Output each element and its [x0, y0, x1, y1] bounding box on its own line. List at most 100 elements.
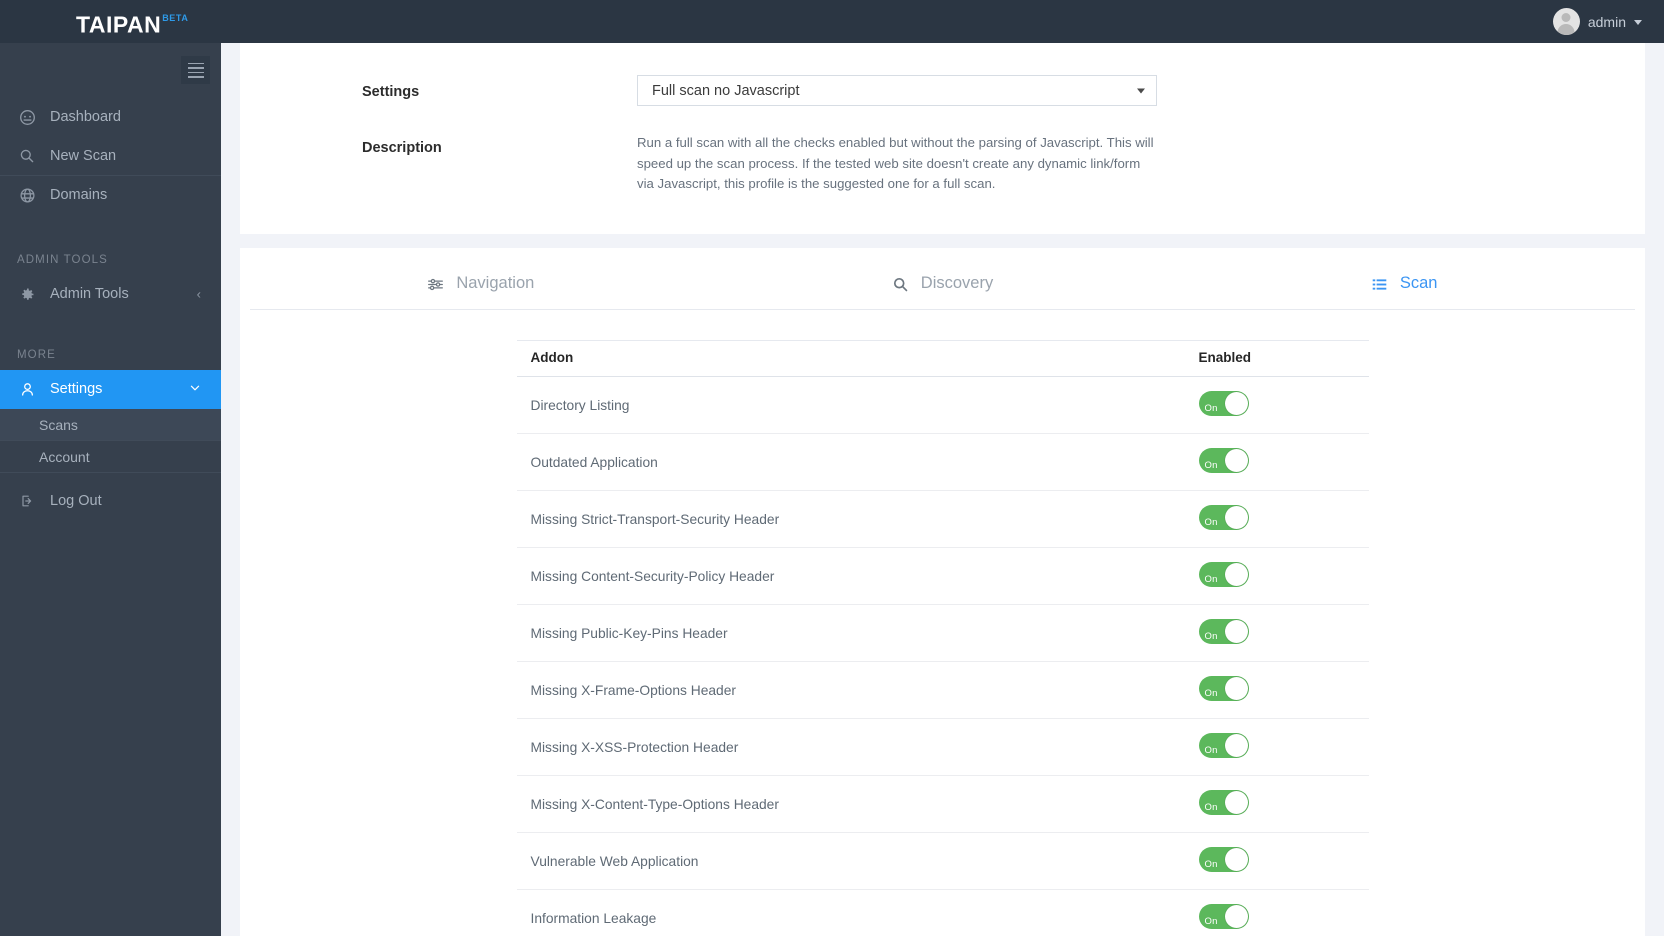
- enabled-toggle[interactable]: On: [1198, 733, 1249, 758]
- table-row: Missing Strict-Transport-Security Header…: [516, 490, 1369, 548]
- addon-enabled-cell: On: [1188, 832, 1369, 890]
- sidebar-subitem-scans[interactable]: Scans: [0, 409, 221, 441]
- addon-name: Information Leakage: [516, 889, 1189, 936]
- sidebar-item-label: Settings: [50, 381, 103, 397]
- enabled-toggle[interactable]: On: [1198, 619, 1249, 644]
- table-header-row: Addon Enabled: [516, 340, 1369, 377]
- user-menu[interactable]: admin: [1552, 0, 1642, 43]
- settings-label: Settings: [362, 84, 420, 100]
- toggle-knob: [1224, 449, 1248, 472]
- sidebar-item-label: Log Out: [50, 493, 102, 509]
- addons-table-wrap: Addon Enabled Directory Listing On Outdate…: [240, 310, 1645, 936]
- sidebar-item-settings[interactable]: Settings: [0, 370, 221, 409]
- addon-enabled-cell: On: [1188, 718, 1369, 776]
- top-bar: TAIPANBETA admin: [0, 0, 1664, 43]
- addon-enabled-cell: On: [1188, 775, 1369, 833]
- table-row: Missing X-XSS-Protection Header On: [516, 718, 1369, 776]
- table-row: Missing Content-Security-Policy Header On: [516, 547, 1369, 605]
- toggle-knob: [1224, 791, 1248, 814]
- sidebar-item-label: Admin Tools: [50, 286, 129, 302]
- addon-name: Missing Public-Key-Pins Header: [516, 604, 1189, 662]
- table-row: Vulnerable Web Application On: [516, 832, 1369, 890]
- card-gap: [221, 234, 1664, 248]
- toggle-state-label: On: [1204, 631, 1218, 642]
- sidebar-item-logout[interactable]: Log Out: [0, 482, 221, 521]
- hamburger-menu-icon[interactable]: [181, 56, 210, 84]
- sidebar-item-new-scan[interactable]: New Scan: [0, 137, 221, 176]
- user-name: admin: [1587, 13, 1626, 30]
- enabled-toggle[interactable]: On: [1198, 847, 1249, 872]
- toggle-knob: [1224, 563, 1248, 586]
- enabled-toggle[interactable]: On: [1198, 790, 1249, 815]
- toggle-knob: [1224, 677, 1248, 700]
- sidebar-item-label: Dashboard: [50, 109, 121, 125]
- sidebar-gap-1: [0, 215, 221, 245]
- sidebar-item-dashboard[interactable]: Dashboard: [0, 98, 221, 137]
- addon-enabled-cell: On: [1188, 604, 1369, 662]
- toggle-knob: [1224, 392, 1248, 415]
- app-logo: TAIPANBETA: [76, 8, 188, 39]
- tab-label: Navigation: [456, 274, 535, 292]
- tab-discovery[interactable]: Discovery: [712, 274, 1174, 309]
- addon-enabled-cell: On: [1188, 547, 1369, 605]
- scan-profile-selected-value: Full scan no Javascript: [652, 82, 800, 99]
- table-row: Missing Public-Key-Pins Header On: [516, 604, 1369, 662]
- enabled-toggle[interactable]: On: [1198, 391, 1249, 416]
- addon-enabled-cell: On: [1188, 376, 1369, 434]
- toggle-state-label: On: [1204, 745, 1218, 756]
- avatar: [1552, 8, 1580, 35]
- addons-card: Navigation Discovery Scan Addon Enabled …: [240, 248, 1645, 936]
- toggle-knob: [1224, 620, 1248, 643]
- addon-name: Missing X-Content-Type-Options Header: [516, 775, 1189, 833]
- column-header-enabled: Enabled: [1188, 340, 1369, 377]
- sidebar-section-more: MORE: [17, 349, 56, 361]
- sidebar-section-admin-tools: ADMIN TOOLS: [17, 254, 108, 266]
- addon-name: Missing Content-Security-Policy Header: [516, 547, 1189, 605]
- sidebar-subitem-label: Account: [39, 448, 90, 465]
- addon-enabled-cell: On: [1188, 661, 1369, 719]
- toggle-state-label: On: [1204, 517, 1218, 528]
- sidebar-subitem-account[interactable]: Account: [0, 441, 221, 473]
- scan-profile-card: Settings Full scan no Javascript Descrip…: [240, 43, 1645, 234]
- tab-label: Discovery: [920, 274, 994, 292]
- enabled-toggle[interactable]: On: [1198, 676, 1249, 701]
- sidebar-gap-2: [0, 314, 221, 340]
- toggle-state-label: On: [1204, 802, 1218, 813]
- column-header-addon: Addon: [516, 340, 1189, 377]
- enabled-toggle[interactable]: On: [1198, 904, 1249, 929]
- toggle-knob: [1224, 734, 1248, 757]
- sidebar: Dashboard New Scan Domains ADMIN TOOLS A…: [0, 43, 221, 936]
- addon-name: Directory Listing: [516, 376, 1189, 434]
- scan-profile-select[interactable]: Full scan no Javascript: [637, 75, 1157, 106]
- sliders-icon: [427, 276, 444, 293]
- sidebar-item-label: Domains: [50, 187, 108, 203]
- sidebar-item-admin-tools[interactable]: Admin Tools ‹: [0, 275, 221, 314]
- addon-name: Vulnerable Web Application: [516, 832, 1189, 890]
- sidebar-header: [0, 43, 221, 98]
- tab-navigation[interactable]: Navigation: [250, 274, 712, 309]
- toggle-knob: [1224, 848, 1248, 871]
- logout-icon: [17, 491, 37, 511]
- addon-enabled-cell: On: [1188, 490, 1369, 548]
- toggle-state-label: On: [1204, 688, 1218, 699]
- table-row: Information Leakage On: [516, 889, 1369, 936]
- sidebar-item-domains[interactable]: Domains: [0, 176, 221, 215]
- enabled-toggle[interactable]: On: [1198, 562, 1249, 587]
- toggle-state-label: On: [1204, 460, 1218, 471]
- list-icon: [1371, 276, 1388, 293]
- toggle-state-label: On: [1204, 859, 1218, 870]
- enabled-toggle[interactable]: On: [1198, 448, 1249, 473]
- tab-scan[interactable]: Scan: [1173, 274, 1635, 309]
- globe-icon: [17, 185, 37, 205]
- addons-table-body: Directory Listing On Outdated Application O…: [516, 376, 1369, 936]
- sidebar-subitem-label: Scans: [39, 416, 78, 433]
- chevron-left-icon: ‹: [196, 286, 201, 302]
- enabled-toggle[interactable]: On: [1198, 505, 1249, 530]
- addon-enabled-cell: On: [1188, 889, 1369, 936]
- description-label: Description: [362, 140, 442, 156]
- chevron-down-icon: [1634, 20, 1642, 25]
- description-text: Run a full scan with all the checks enab…: [637, 135, 1154, 191]
- search-icon: [17, 146, 37, 166]
- addons-table: Addon Enabled Directory Listing On Outdate…: [516, 340, 1369, 936]
- chevron-down-icon: [189, 382, 201, 396]
